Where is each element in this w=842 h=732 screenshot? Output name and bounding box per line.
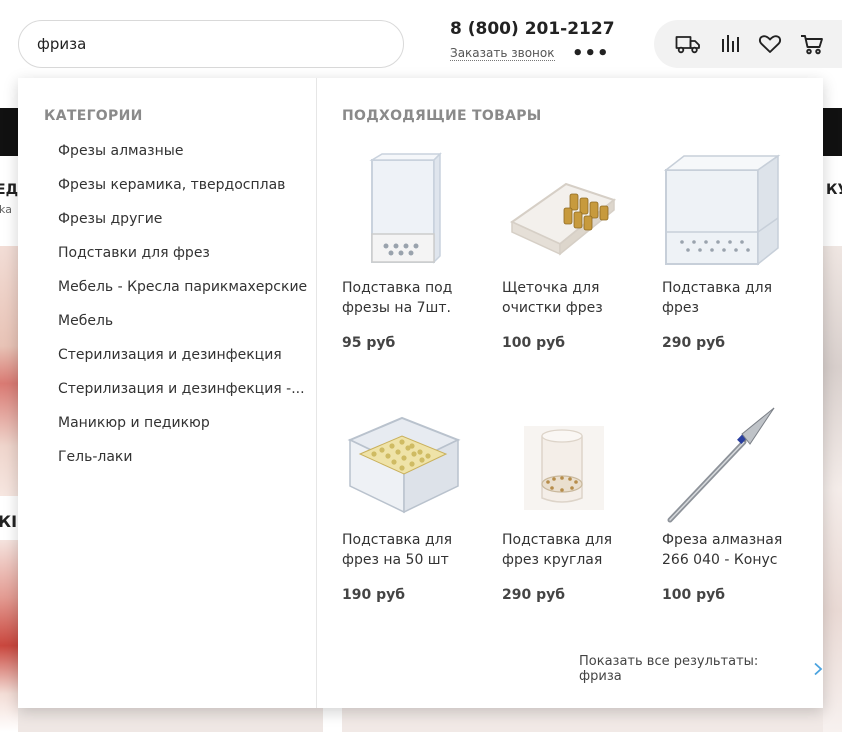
product-card[interactable]: Подставка для фрез круглая 290 руб: [502, 404, 652, 603]
categories-title: КАТЕГОРИИ: [44, 108, 143, 124]
clear-stand-box-icon: [662, 152, 812, 272]
category-item[interactable]: Мебель - Кресла парикмахерские: [58, 278, 307, 312]
more-menu-button[interactable]: •••: [572, 44, 610, 64]
bg-nav-item-left-sub: ika: [0, 203, 12, 216]
cart-icon[interactable]: [799, 32, 825, 56]
bg-banner-image-bottom-right: [342, 708, 823, 732]
category-item[interactable]: Фрезы керамика, твердосплав: [58, 176, 307, 210]
product-card[interactable]: Подставка для фрез на 50 шт 190 руб: [342, 404, 492, 603]
product-name[interactable]: Фреза алмазная 266 040 - Конус: [662, 530, 812, 570]
stand-50-icon: [342, 404, 492, 524]
callback-link[interactable]: Заказать звонок: [450, 46, 555, 61]
product-card[interactable]: Подставка под фрезы на 7шт. 95 руб: [342, 152, 492, 351]
search-suggestions-dropdown: КАТЕГОРИИ Фрезы алмазные Фрезы керамика,…: [18, 78, 823, 708]
delivery-truck-icon[interactable]: [675, 32, 701, 56]
category-item[interactable]: Стерилизация и дезинфекция -...: [58, 380, 307, 414]
category-item[interactable]: Фрезы алмазные: [58, 142, 307, 176]
product-price: 190 руб: [342, 587, 406, 603]
show-all-results-link[interactable]: Показать все результаты: фриза: [579, 654, 823, 684]
phone-number[interactable]: 8 (800) 201-2127: [450, 19, 615, 39]
bg-banner-image-left[interactable]: [0, 246, 18, 496]
chevron-right-icon: [813, 662, 823, 676]
product-card[interactable]: Подставка для фрез 290 руб: [662, 152, 812, 351]
product-name[interactable]: Щеточка для очистки фрез: [502, 278, 652, 318]
clear-stand-7-icon: [342, 152, 492, 272]
product-name[interactable]: Подставка для фрез круглая: [502, 530, 652, 570]
compare-bars-icon[interactable]: [718, 32, 744, 56]
categories-column: КАТЕГОРИИ Фрезы алмазные Фрезы керамика,…: [18, 78, 317, 708]
product-price: 290 руб: [662, 335, 726, 351]
bg-banner-image-left-lower[interactable]: [0, 540, 18, 732]
categories-list: Фрезы алмазные Фрезы керамика, твердоспл…: [58, 142, 307, 482]
round-stand-icon: [502, 404, 652, 524]
diamond-bit-cone-icon: [662, 404, 812, 524]
category-item[interactable]: Гель-лаки: [58, 448, 307, 482]
product-price: 100 руб: [502, 335, 566, 351]
category-item[interactable]: Мебель: [58, 312, 307, 346]
heart-icon[interactable]: [757, 32, 783, 56]
search-box[interactable]: [18, 20, 404, 68]
bg-banner-image-bottom-left: [18, 708, 323, 732]
product-price: 290 руб: [502, 587, 566, 603]
product-card[interactable]: Щеточка для очистки фрез 100 руб: [502, 152, 652, 351]
product-price: 95 руб: [342, 335, 396, 351]
cleaning-brush-icon: [502, 152, 652, 272]
product-name[interactable]: Подставка под фрезы на 7шт.: [342, 278, 492, 318]
product-card[interactable]: Фреза алмазная 266 040 - Конус 100 руб: [662, 404, 812, 603]
bg-banner-label-left: КІ: [0, 512, 18, 531]
bg-nav-item-right[interactable]: КУ: [826, 182, 842, 198]
bg-banner-image-right[interactable]: [823, 246, 842, 732]
category-item[interactable]: Фрезы другие: [58, 210, 307, 244]
product-name[interactable]: Подставка для фрез: [662, 278, 812, 318]
products-title: ПОДХОДЯЩИЕ ТОВАРЫ: [342, 108, 542, 124]
product-price: 100 руб: [662, 587, 726, 603]
show-all-label: Показать все результаты: фриза: [579, 654, 759, 684]
category-item[interactable]: Маникюр и педикюр: [58, 414, 307, 448]
search-input[interactable]: [37, 35, 377, 53]
category-item[interactable]: Стерилизация и дезинфекция: [58, 346, 307, 380]
product-name[interactable]: Подставка для фрез на 50 шт: [342, 530, 492, 570]
category-item[interactable]: Подставки для фрез: [58, 244, 307, 278]
